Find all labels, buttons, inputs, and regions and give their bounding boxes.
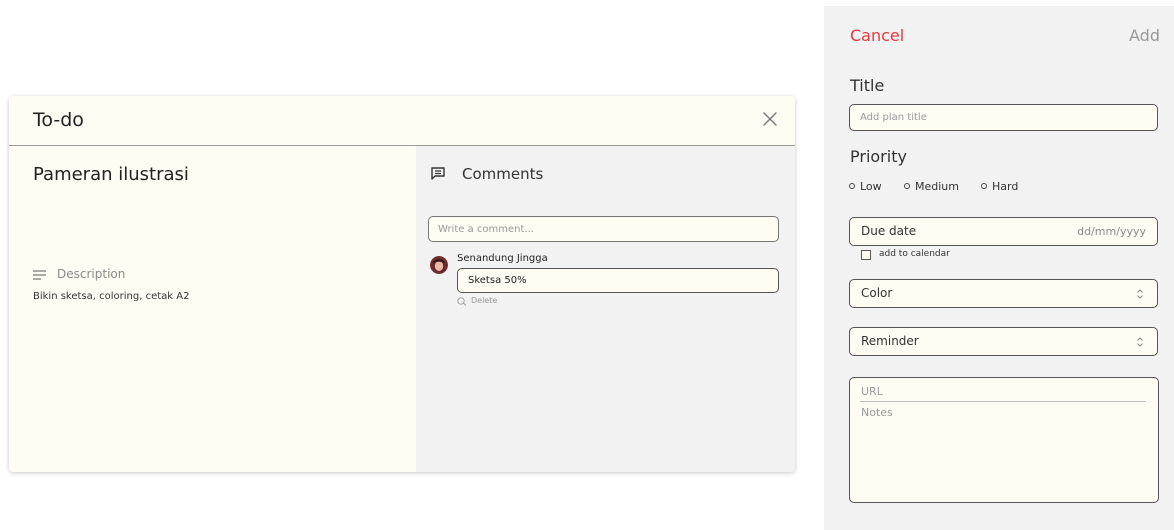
delete-label: Delete — [471, 296, 498, 305]
priority-option-hard[interactable]: Hard — [981, 180, 1018, 193]
comment-author: Senandung Jingga — [457, 253, 548, 264]
notes-textarea[interactable] — [860, 406, 1146, 496]
priority-option-medium[interactable]: Medium — [904, 180, 959, 193]
radio-icon — [904, 183, 910, 189]
add-plan-panel: Cancel Add Title Priority Low Medium Har… — [824, 6, 1174, 530]
reminder-select[interactable]: Reminder — [849, 327, 1158, 356]
color-select[interactable]: Color — [849, 279, 1158, 308]
cancel-button[interactable]: Cancel — [850, 26, 904, 45]
url-notes-box — [849, 377, 1159, 503]
task-name: Pameran ilustrasi — [33, 164, 189, 185]
add-to-calendar-label: add to calendar — [879, 249, 950, 259]
due-date-placeholder: dd/mm/yyyy — [1077, 225, 1146, 238]
title-input[interactable] — [849, 104, 1158, 131]
reminder-label: Reminder — [861, 334, 919, 348]
description-icon — [33, 270, 46, 280]
due-date-label: Due date — [861, 224, 917, 238]
todo-header: To-do — [9, 96, 795, 146]
comments-label: Comments — [462, 165, 544, 183]
priority-label: Priority — [850, 147, 907, 166]
comments-icon — [431, 167, 445, 180]
task-details: Pameran ilustrasi Description Bikin sket… — [9, 146, 416, 472]
due-date-field[interactable]: Due date dd/mm/yyyy — [849, 217, 1158, 246]
priority-option-low[interactable]: Low — [849, 180, 882, 193]
comment-input[interactable] — [428, 216, 779, 242]
todo-card: To-do Pameran ilustrasi Description Biki… — [9, 96, 795, 472]
color-label: Color — [861, 286, 893, 300]
delete-icon — [457, 297, 467, 306]
add-to-calendar-checkbox[interactable] — [861, 250, 871, 260]
avatar — [430, 256, 448, 274]
close-button[interactable] — [759, 108, 781, 130]
close-icon — [763, 112, 777, 126]
description-text: Bikin sketsa, coloring, cetak A2 — [33, 291, 190, 302]
title-label: Title — [850, 76, 885, 95]
comments-section: Comments Senandung Jingga Sketsa 50% Del… — [416, 146, 795, 472]
chevron-updown-icon — [1137, 289, 1143, 299]
add-button[interactable]: Add — [1129, 26, 1160, 45]
url-input[interactable] — [860, 382, 1146, 402]
comment-text: Sketsa 50% — [457, 268, 779, 293]
radio-icon — [981, 183, 987, 189]
description-label: Description — [57, 267, 126, 281]
todo-title: To-do — [33, 109, 84, 131]
chevron-updown-icon — [1137, 337, 1143, 347]
radio-icon — [849, 183, 855, 189]
